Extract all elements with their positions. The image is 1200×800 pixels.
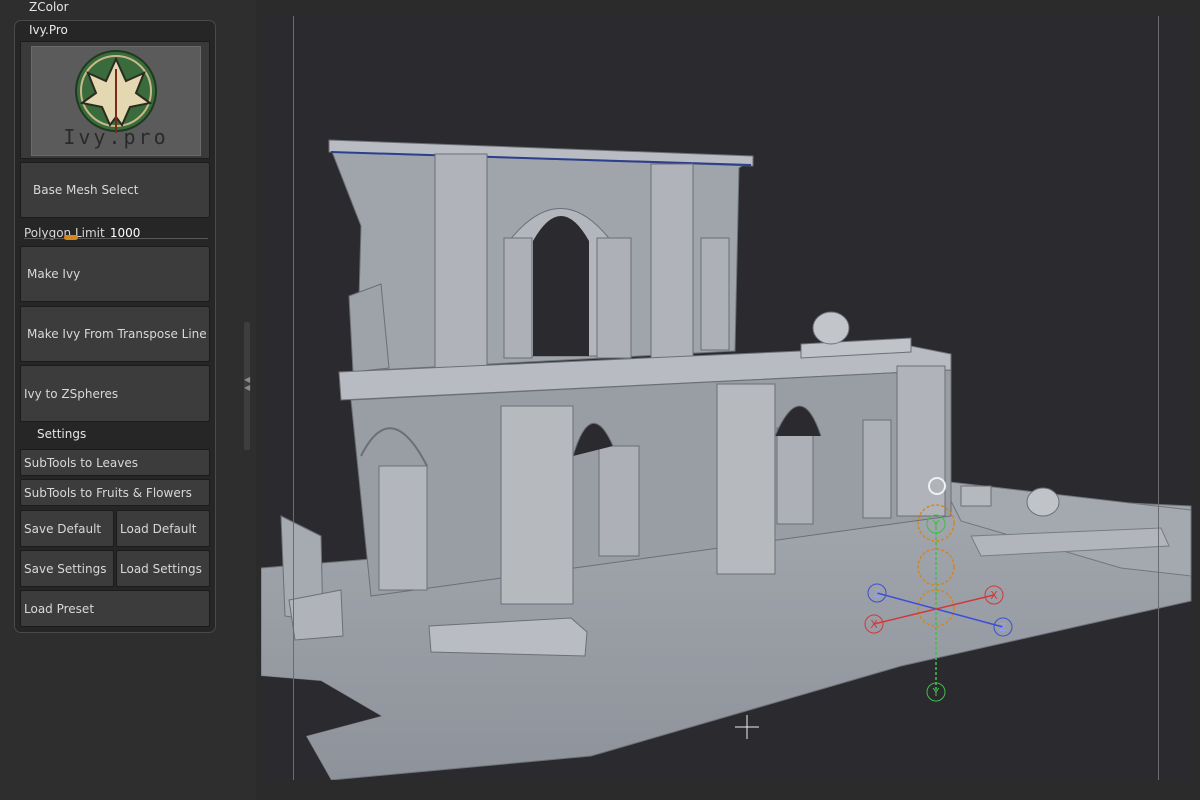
viewport-guide-left (293, 16, 294, 780)
tray-menu-title[interactable]: ZColor (29, 0, 69, 14)
subtools-to-fruits-flowers-button[interactable]: SubTools to Fruits & Flowers (20, 479, 210, 506)
polygon-limit-slider[interactable]: Polygon Limit 1000 (24, 222, 208, 240)
slider-knob[interactable] (64, 235, 78, 240)
cursor-crosshair-icon (735, 715, 759, 739)
make-ivy-from-transpose-line-button[interactable]: Make Ivy From Transpose Line (20, 306, 210, 362)
gizmo-x-right-label: X (990, 589, 998, 602)
panel-title[interactable]: Ivy.Pro (29, 23, 68, 37)
ivy-pro-logo: Ivy.pro (20, 41, 210, 159)
settings-subpalette-title[interactable]: Settings (37, 427, 86, 441)
load-preset-button[interactable]: Load Preset (20, 590, 210, 627)
logo-text: Ivy.pro (63, 125, 169, 149)
save-default-button[interactable]: Save Default (20, 510, 114, 547)
logo-background: Ivy.pro (31, 46, 201, 156)
slider-track[interactable] (24, 238, 208, 239)
ivy-to-zspheres-button[interactable]: Ivy to ZSpheres (20, 365, 210, 422)
gizmo-z-left-label: Z (873, 587, 881, 600)
gizmo-y-bottom-label: Y (932, 686, 940, 699)
left-tray: ZColor Ivy.Pro Ivy.pro Base Mesh Select … (0, 0, 257, 800)
gizmo-z-right-label: Z (999, 621, 1007, 634)
subtools-to-leaves-button[interactable]: SubTools to Leaves (20, 449, 210, 476)
gizmo-y-top-label: Y (932, 518, 940, 531)
load-default-button[interactable]: Load Default (116, 510, 210, 547)
3d-viewport[interactable]: Y Y X X Z Z (261, 16, 1193, 780)
save-settings-button[interactable]: Save Settings (20, 550, 114, 587)
ivy-pro-panel: Ivy.Pro Ivy.pro Base Mesh Select Polygon… (14, 20, 216, 633)
collapse-arrow-icon[interactable]: ◀ ◀ (244, 376, 250, 392)
base-mesh-select-button[interactable]: Base Mesh Select (20, 162, 210, 218)
gizmo-center-handle (928, 477, 946, 495)
make-ivy-button[interactable]: Make Ivy (20, 246, 210, 302)
load-settings-button[interactable]: Load Settings (116, 550, 210, 587)
transpose-gizmo[interactable]: Y Y X X Z Z (261, 16, 1193, 780)
viewport-guide-right (1158, 16, 1159, 780)
gizmo-x-left-label: X (870, 618, 878, 631)
